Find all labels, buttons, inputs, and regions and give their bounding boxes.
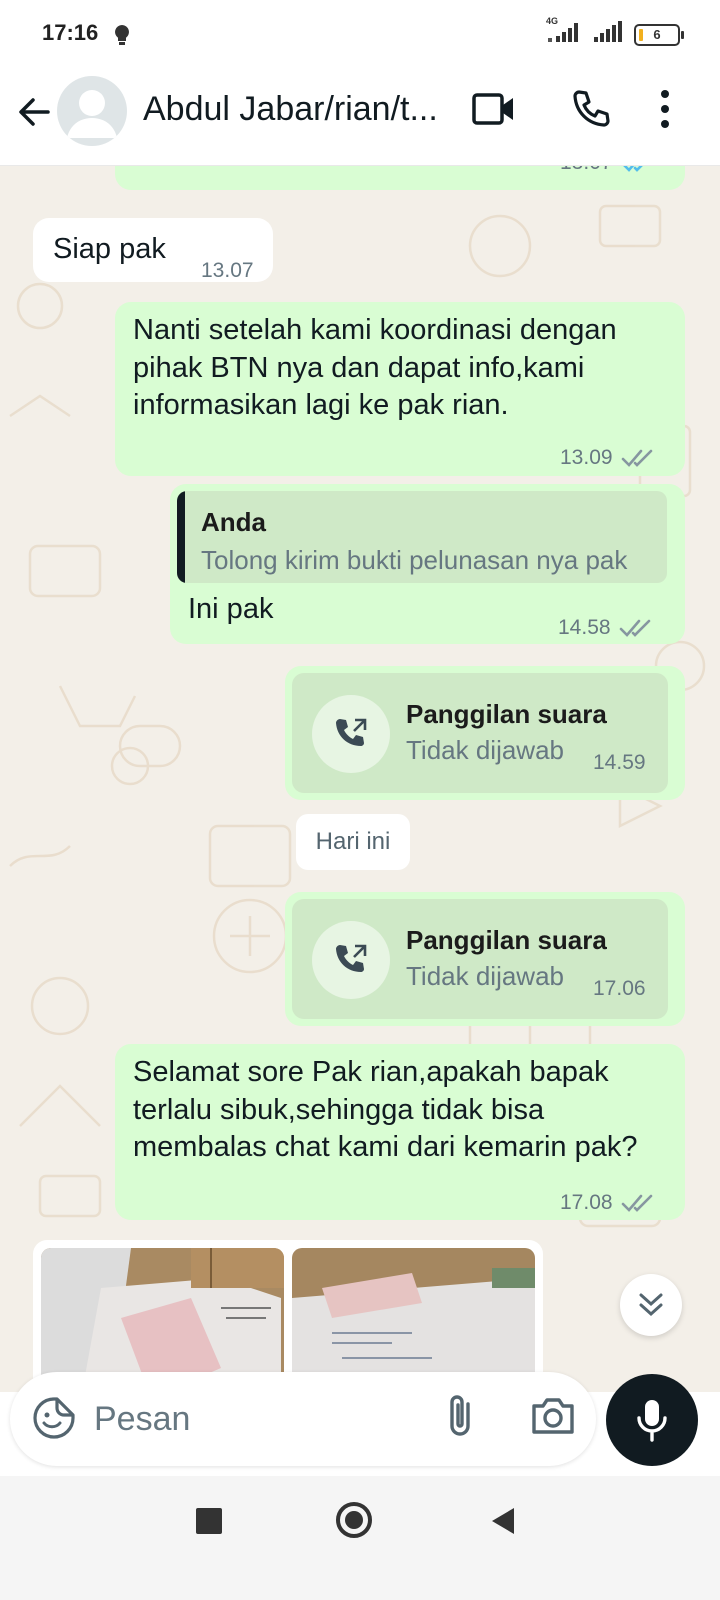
attachment-icon[interactable]: [444, 1392, 478, 1443]
call-title: Panggilan suara: [406, 925, 607, 955]
message-time-text: 14.58: [558, 616, 611, 639]
message-time: 14.58: [558, 609, 653, 647]
message-time: 14.59: [593, 751, 646, 774]
status-icons: 4G 6: [546, 16, 684, 49]
voice-call-message[interactable]: Panggilan suara Tidak dijawab 17.06: [285, 892, 685, 1026]
quote-author: Anda: [201, 507, 266, 537]
more-options-icon[interactable]: [660, 88, 670, 135]
video-call-icon[interactable]: [472, 90, 516, 133]
message-text: Nanti setelah kami koordinasi dengan pih…: [133, 314, 617, 421]
call-status: Tidak dijawab: [406, 735, 565, 765]
status-time: 17:16: [42, 20, 99, 45]
message-bubble-reply[interactable]: Anda Tolong kirim bukti pelunasan nya pa…: [170, 484, 685, 644]
date-divider: Hari ini: [296, 814, 410, 870]
contact-name[interactable]: Abdul Jabar/rian/t...: [143, 90, 453, 129]
camera-icon[interactable]: [530, 1394, 576, 1441]
network-label: 4G: [546, 16, 559, 26]
microphone-icon: [637, 1400, 667, 1442]
double-chevron-down-icon: [639, 1293, 663, 1317]
scroll-to-bottom-button[interactable]: [620, 1274, 682, 1336]
call-title: Panggilan suara: [406, 699, 607, 729]
phone-call-icon[interactable]: [570, 88, 612, 135]
back-arrow-icon[interactable]: [14, 92, 54, 132]
chat-area[interactable]: 13.07 Siap pak 13.07 Nanti setelah kami …: [0, 166, 720, 1392]
delivered-receipt-icon: [621, 1194, 652, 1212]
delivered-receipt-icon: [621, 449, 652, 467]
message-time-text: 17.08: [560, 1191, 613, 1214]
system-navigation-bar: [0, 1476, 720, 1600]
message-text: Selamat sore Pak rian,apakah bapak terla…: [133, 1056, 638, 1163]
read-receipt-icon: [622, 166, 643, 172]
message-input-pill[interactable]: [10, 1372, 596, 1466]
home-button[interactable]: [336, 1502, 372, 1538]
message-text: Siap pak: [53, 233, 166, 265]
message-bubble-incoming[interactable]: Siap pak 13.07: [33, 218, 273, 282]
battery-level: 6: [653, 27, 661, 42]
chat-header: Abdul Jabar/rian/t...: [0, 70, 720, 166]
sticker-icon[interactable]: [32, 1396, 76, 1445]
message-composer: [0, 1360, 720, 1480]
message-time: 13.07: [560, 166, 655, 182]
message-text: Ini pak: [188, 593, 274, 625]
message-time: 13.07: [201, 259, 254, 282]
signal-icon: [592, 20, 626, 49]
recent-apps-button[interactable]: [196, 1508, 222, 1534]
message-bubble-outgoing[interactable]: Nanti setelah kami koordinasi dengan pih…: [115, 302, 685, 476]
notification-bulb-icon: [114, 24, 130, 51]
signal-4g-icon: 4G: [546, 16, 584, 49]
quote-bar: [177, 491, 185, 583]
back-triangle-icon[interactable]: [490, 1506, 516, 1541]
message-time: 17.06: [593, 977, 646, 1000]
missed-call-icon: [312, 921, 390, 999]
voice-record-button[interactable]: [606, 1374, 698, 1466]
missed-call-icon: [312, 695, 390, 773]
battery-icon: 6: [634, 23, 684, 46]
message-input[interactable]: [94, 1390, 424, 1448]
message-time-text: 13.07: [560, 166, 613, 182]
message-time-text: 13.09: [560, 446, 613, 469]
voice-call-message[interactable]: Panggilan suara Tidak dijawab 14.59: [285, 666, 685, 800]
call-status: Tidak dijawab: [406, 961, 565, 991]
message-time: 17.08: [560, 1184, 655, 1222]
avatar[interactable]: [57, 76, 127, 146]
message-bubble-outgoing[interactable]: Selamat sore Pak rian,apakah bapak terla…: [115, 1044, 685, 1220]
quoted-message[interactable]: Anda Tolong kirim bukti pelunasan nya pa…: [177, 491, 667, 583]
message-bubble-outgoing[interactable]: 13.07: [115, 166, 685, 190]
delivered-receipt-icon: [619, 619, 650, 637]
quote-text: Tolong kirim bukti pelunasan nya pak: [201, 545, 628, 575]
message-time: 13.09: [560, 439, 655, 477]
status-bar: 17:16 4G 6: [0, 0, 720, 70]
